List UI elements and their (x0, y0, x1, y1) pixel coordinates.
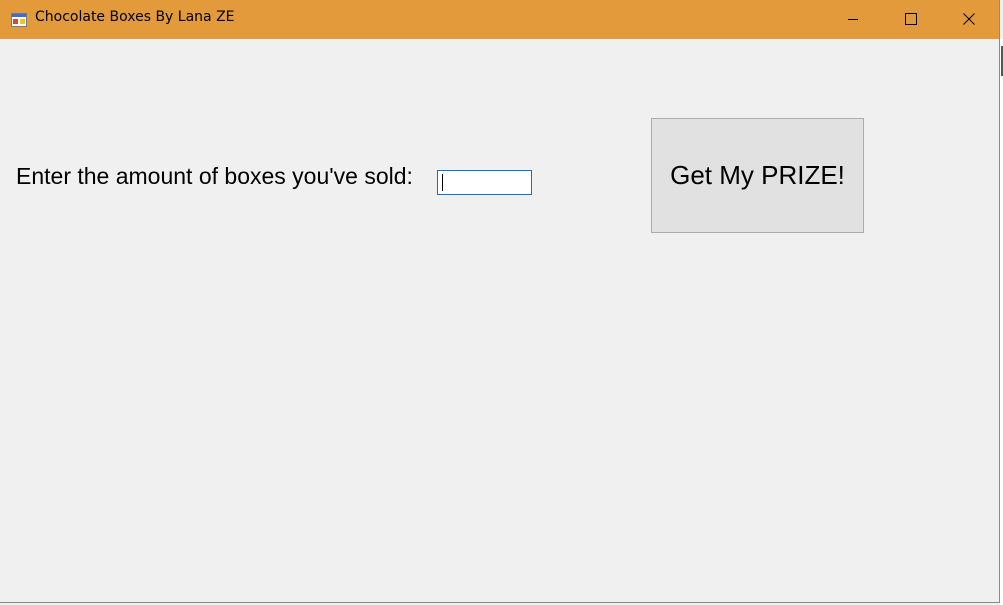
app-window: Chocolate Boxes By Lana ZE Enter the amo… (0, 0, 1000, 603)
title-bar[interactable]: Chocolate Boxes By Lana ZE (0, 0, 999, 39)
boxes-sold-label: Enter the amount of boxes you've sold: (16, 163, 413, 189)
close-icon (963, 10, 975, 29)
minimize-icon (847, 10, 859, 29)
minimize-button[interactable] (824, 0, 882, 39)
maximize-button[interactable] (882, 0, 940, 39)
boxes-sold-input[interactable] (437, 170, 532, 195)
app-window-icon (11, 12, 27, 27)
close-button[interactable] (940, 0, 998, 39)
text-caret (442, 174, 443, 191)
maximize-icon (905, 10, 917, 29)
window-title: Chocolate Boxes By Lana ZE (35, 9, 235, 25)
get-prize-button[interactable]: Get My PRIZE! (651, 118, 864, 233)
